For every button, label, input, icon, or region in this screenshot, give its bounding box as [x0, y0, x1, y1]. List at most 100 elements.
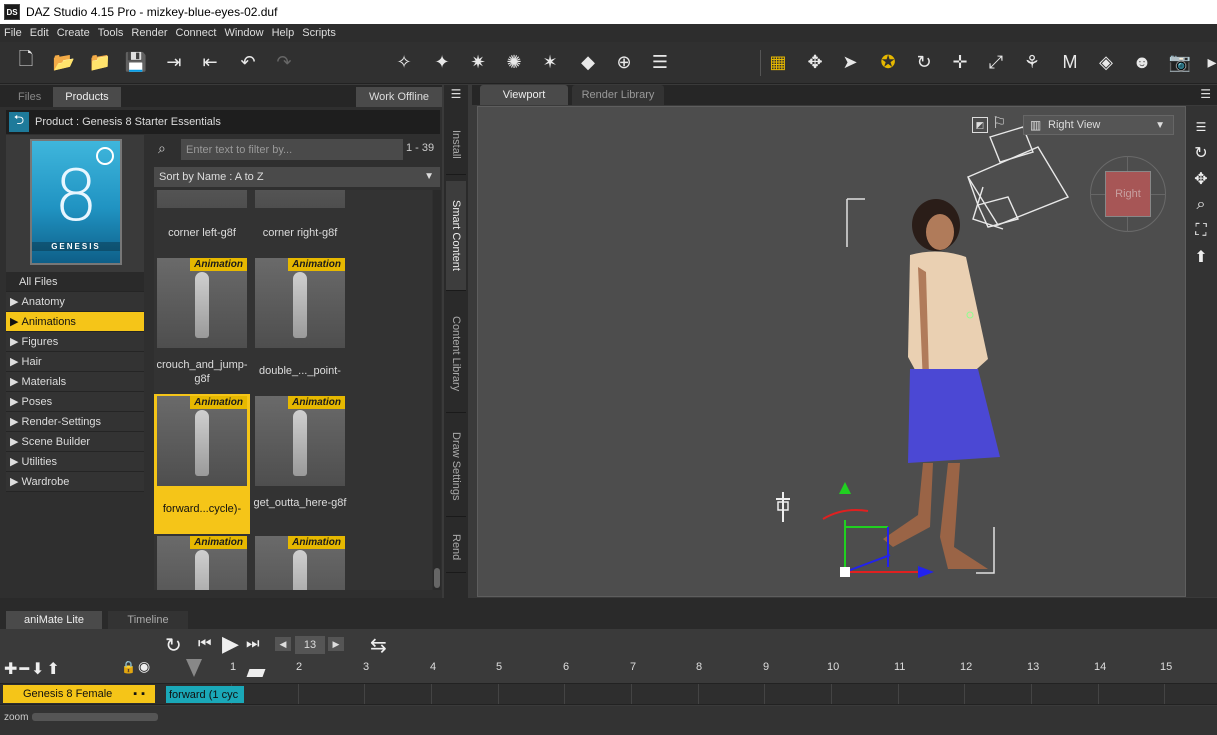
tab-render[interactable]: Rend	[446, 523, 466, 573]
primitive-icon[interactable]: ◆	[576, 50, 600, 74]
bake-icon[interactable]: ⇆	[370, 633, 387, 658]
geometry-editor-icon[interactable]: M	[1058, 50, 1082, 74]
redo-icon[interactable]: ↷	[272, 50, 296, 74]
tab-products[interactable]: Products	[53, 87, 121, 107]
menu-tools[interactable]: Tools	[98, 27, 124, 39]
import-icon[interactable]: ⇥	[162, 50, 186, 74]
remove-icon[interactable]: ━	[19, 661, 31, 678]
category-figures[interactable]: ▶ Figures	[6, 332, 144, 352]
menu-create[interactable]: Create	[57, 27, 90, 39]
move-down-icon[interactable]: ⬇	[31, 661, 46, 678]
render-icon[interactable]: 📷	[1168, 50, 1192, 74]
export-icon[interactable]: ⇤	[198, 50, 222, 74]
skip-back-icon[interactable]: ⏮	[198, 635, 212, 652]
save-icon[interactable]: 💾	[124, 50, 148, 74]
work-offline-button[interactable]: Work Offline	[356, 87, 442, 107]
active-pose-icon[interactable]: ✪	[876, 50, 900, 74]
point-light-icon[interactable]: ✷	[466, 50, 490, 74]
scale-icon[interactable]: ⤢	[984, 50, 1008, 74]
category-all-files[interactable]: All Files	[6, 272, 144, 292]
tab-animate-lite[interactable]: aniMate Lite	[6, 611, 102, 629]
figure-tool-icon[interactable]: ☻	[1130, 50, 1154, 74]
tab-render-library[interactable]: Render Library	[572, 85, 664, 105]
panel-menu-icon[interactable]: ☰	[447, 85, 465, 103]
menu-help[interactable]: Help	[272, 27, 295, 39]
draw-style-icon[interactable]: ◩	[972, 117, 988, 133]
filter-input[interactable]: Enter text to filter by...	[181, 139, 403, 160]
universal-tool-icon[interactable]: ✥	[803, 50, 827, 74]
view-cube[interactable]: Right	[1105, 171, 1151, 217]
prev-frame-button[interactable]: ◀	[275, 637, 291, 651]
orbit-icon[interactable]: ↻	[1190, 142, 1212, 164]
view-select[interactable]: ▥ Right View ▼	[1023, 115, 1174, 135]
menu-connect[interactable]: Connect	[176, 27, 217, 39]
undo-icon[interactable]: ↶	[236, 50, 260, 74]
reset-view-icon[interactable]: ⬆	[1190, 246, 1212, 268]
viewport-menu-icon[interactable]: ☰	[1200, 87, 1211, 101]
category-wardrobe[interactable]: ▶ Wardrobe	[6, 472, 144, 492]
camera-icon[interactable]: ⚐	[992, 113, 1006, 133]
menu-edit[interactable]: Edit	[30, 27, 49, 39]
null-icon[interactable]: ⊕	[612, 50, 636, 74]
merge-file-icon[interactable]: 📁	[88, 50, 112, 74]
category-animations[interactable]: ▶ Animations	[6, 312, 144, 332]
add-icon[interactable]: ✚	[4, 661, 19, 678]
menu-file[interactable]: File	[4, 27, 22, 39]
3d-viewport[interactable]: ◩ ⚐	[477, 106, 1186, 597]
pan-icon[interactable]: ✥	[1190, 168, 1212, 190]
visibility-eye-icon[interactable]: ◉	[138, 658, 150, 675]
genesis8-product-image[interactable]: 8 GENESIS	[30, 139, 122, 265]
asset-scrollbar[interactable]	[433, 190, 441, 590]
back-arrow-icon[interactable]: ⮌	[9, 112, 29, 132]
tab-viewport[interactable]: Viewport	[480, 85, 568, 105]
tab-smart-content[interactable]: Smart Content	[446, 181, 466, 291]
light-icon[interactable]: ✶	[538, 50, 562, 74]
ruler-tick: 8	[696, 661, 703, 673]
frame-icon[interactable]: ⛶	[1190, 220, 1212, 242]
category-utilities[interactable]: ▶ Utilities	[6, 452, 144, 472]
playhead[interactable]	[186, 659, 202, 677]
zoom-icon[interactable]: ⌕	[1190, 194, 1212, 216]
joint-editor-icon[interactable]: ⚘	[1020, 50, 1044, 74]
open-file-icon[interactable]: 📂	[52, 50, 76, 74]
figure-track-label[interactable]: Genesis 8 Female ▪▪	[3, 685, 155, 703]
scrollbar-thumb[interactable]	[434, 568, 440, 588]
play-icon[interactable]: ▶	[222, 631, 239, 657]
animation-clip[interactable]: forward (1 cyc	[166, 686, 244, 703]
node-selection-icon[interactable]: ➤	[838, 50, 862, 74]
loop-icon[interactable]: ↻	[165, 633, 182, 658]
tab-content-library[interactable]: Content Library	[446, 295, 466, 413]
time-ruler[interactable]: 1 2 3 4 5 6 7 8 9 10 11 12 13 14 15	[160, 659, 1217, 679]
category-poses[interactable]: ▶ Poses	[6, 392, 144, 412]
category-materials[interactable]: ▶ Materials	[6, 372, 144, 392]
tab-timeline[interactable]: Timeline	[108, 611, 188, 629]
frame-field[interactable]: 13	[295, 636, 325, 654]
category-hair[interactable]: ▶ Hair	[6, 352, 144, 372]
spot-light-icon[interactable]: ✦	[430, 50, 454, 74]
grid-icon[interactable]: ▦	[766, 50, 790, 74]
move-up-icon[interactable]: ⬆	[46, 661, 61, 678]
create-camera-icon[interactable]: ✧	[392, 50, 416, 74]
tab-install[interactable]: Install	[446, 115, 466, 175]
surface-selection-icon[interactable]: ◈	[1094, 50, 1118, 74]
menu-render[interactable]: Render	[131, 27, 167, 39]
new-file-icon[interactable]: 🗋	[14, 49, 38, 74]
distant-light-icon[interactable]: ✺	[502, 50, 526, 74]
category-scene-builder[interactable]: ▶ Scene Builder	[6, 432, 144, 452]
category-render-settings[interactable]: ▶ Render-Settings	[6, 412, 144, 432]
skip-forward-icon[interactable]: ⏭	[246, 635, 260, 652]
category-anatomy[interactable]: ▶ Anatomy	[6, 292, 144, 312]
menu-scripts[interactable]: Scripts	[302, 27, 336, 39]
overflow-icon[interactable]: ▸	[1200, 50, 1217, 74]
translate-icon[interactable]: ✛	[948, 50, 972, 74]
panel-menu-icon[interactable]: ☰	[1190, 116, 1212, 138]
align-icon[interactable]: ☰	[648, 50, 672, 74]
menu-window[interactable]: Window	[224, 27, 263, 39]
sort-select[interactable]: Sort by Name : A to Z ▼	[154, 167, 440, 187]
lock-icon[interactable]: 🔒	[121, 660, 136, 674]
tab-files[interactable]: Files	[6, 87, 53, 107]
zoom-slider[interactable]	[32, 713, 158, 721]
next-frame-button[interactable]: ▶	[328, 637, 344, 651]
rotate-icon[interactable]: ↻	[912, 50, 936, 74]
tab-draw-settings[interactable]: Draw Settings	[446, 417, 466, 517]
